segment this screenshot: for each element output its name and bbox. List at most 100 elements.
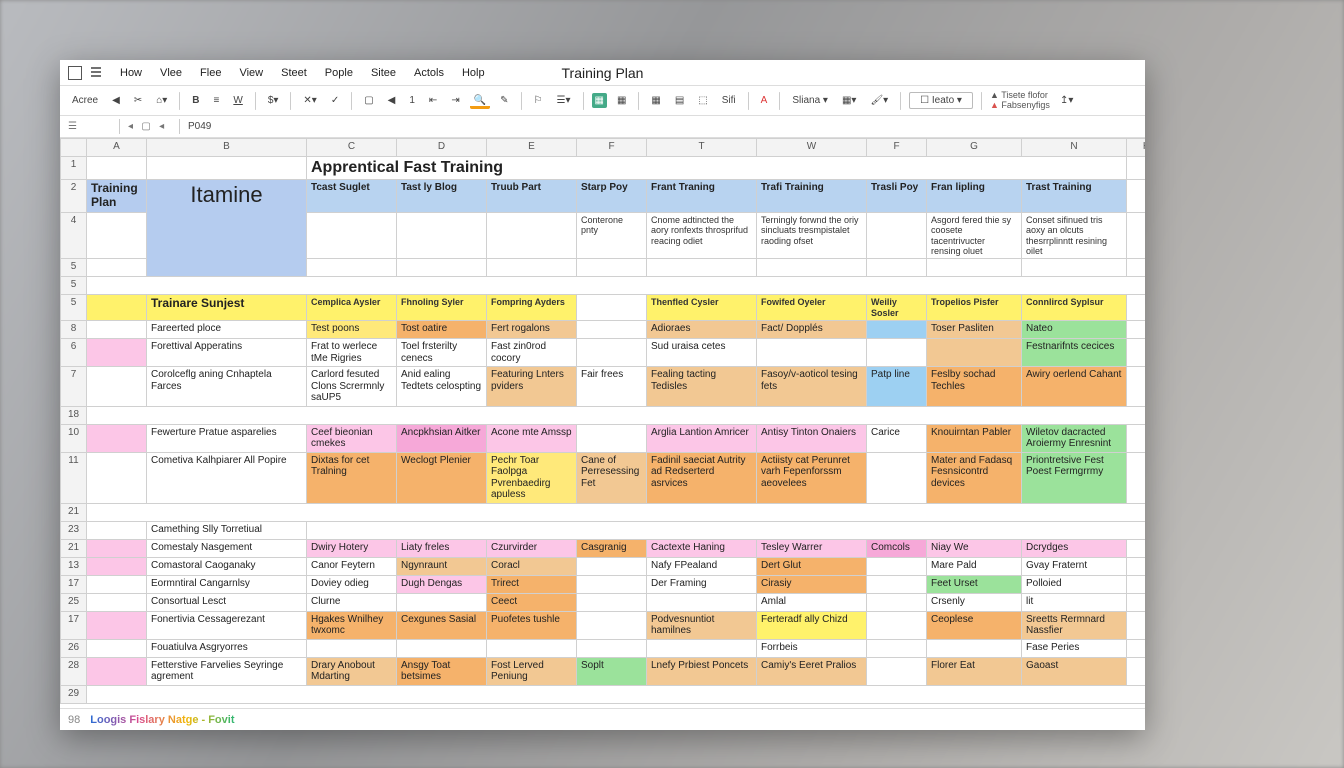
col-W[interactable]: W [757, 139, 867, 157]
outdent-icon[interactable]: ⇥ [447, 93, 463, 108]
cell[interactable]: Clurne [307, 593, 397, 611]
toolbar-sifi[interactable]: Sifi [718, 93, 740, 108]
cell[interactable]: Toser Pasliten [927, 321, 1022, 339]
cell[interactable]: Fair frees [577, 367, 647, 407]
cell[interactable]: Corolceflg aning Cnhaptela Farces [147, 367, 307, 407]
cell[interactable]: Carice [867, 424, 927, 452]
cell[interactable]: Fadinil saeciat Autrity ad Redserterd as… [647, 452, 757, 503]
cell[interactable]: Feslby sochad Techles [927, 367, 1022, 407]
fill-icon[interactable]: ▤ [671, 93, 688, 108]
cell[interactable]: Crsenly [927, 593, 1022, 611]
cell[interactable]: Dugh Dengas [397, 575, 487, 593]
cell[interactable]: Dert Glut [757, 557, 867, 575]
column-header-row[interactable]: A B C D E F T W F G N H [61, 139, 1146, 157]
cell[interactable]: Antisy Tinton Onaiers [757, 424, 867, 452]
strike-icon[interactable]: ✕▾ [299, 93, 320, 108]
cell[interactable]: Eormntiral Cangarnlsy [147, 575, 307, 593]
cell[interactable]: Fasoy/v-aoticol tesing fets [757, 367, 867, 407]
cell[interactable]: Forrbeis [757, 639, 867, 657]
cell[interactable]: Comestaly Nasgement [147, 539, 307, 557]
row-18[interactable]: 18 [61, 406, 1146, 424]
cell[interactable]: Pechr Toar Faolpga Pvrenbaedirg apuless [487, 452, 577, 503]
cell[interactable]: Cirasiy [757, 575, 867, 593]
col-F2[interactable]: F [867, 139, 927, 157]
sheet-grid[interactable]: A B C D E F T W F G N H 1 Apprentical Fa… [60, 138, 1145, 708]
cell[interactable]: Gaoast [1022, 657, 1127, 685]
cell[interactable]: Fost Lerved Peniung [487, 657, 577, 685]
cell[interactable]: Fhnoling Syler [397, 295, 487, 321]
toolbar-select[interactable]: ☐ Ieato ▾ [909, 92, 973, 109]
cell[interactable]: Awiry oerlend Cahant [1022, 367, 1127, 407]
row-11[interactable]: 11 Cometiva Kalhpiarer All Popire Dixtas… [61, 452, 1146, 503]
cell[interactable]: Camething Slly Torretiual [147, 521, 307, 539]
row-6[interactable]: 6 Forettival Apperatins Frat to werlece … [61, 339, 1146, 367]
cell[interactable]: Casgranig [577, 539, 647, 557]
paint-icon[interactable]: 🖌▾ [866, 93, 892, 108]
cell[interactable]: Fareerted ploce [147, 321, 307, 339]
cell[interactable]: Fowifed Oyeler [757, 295, 867, 321]
flag-icon[interactable]: ⚐ [530, 93, 547, 108]
cell[interactable]: Connlircd Syplsur [1022, 295, 1127, 321]
cell[interactable]: Weiliy Sosler [867, 295, 927, 321]
green-box-icon[interactable]: ▦ [592, 93, 607, 108]
cell[interactable]: Forettival Apperatins [147, 339, 307, 367]
cell[interactable]: lit [1022, 593, 1127, 611]
search-icon[interactable]: 🔍 [470, 93, 490, 109]
cell[interactable]: Test poons [307, 321, 397, 339]
cell[interactable]: Drary Anobout Mdarting [307, 657, 397, 685]
nav-buttons[interactable]: ◂ ▢ ◂ [120, 119, 180, 134]
menu-holp[interactable]: Holp [454, 65, 493, 81]
cell[interactable]: Fert rogalons [487, 321, 577, 339]
cell[interactable]: Fase Peries [1022, 639, 1127, 657]
cell[interactable]: Arglia Lantion Amricer [647, 424, 757, 452]
col-C[interactable]: C [307, 139, 397, 157]
col-D[interactable]: D [397, 139, 487, 157]
cell-reference[interactable]: P049 [180, 119, 219, 134]
cell[interactable]: Asgord fered thie sy coosete tacentrivuc… [927, 212, 1022, 258]
cell[interactable]: Ceect [487, 593, 577, 611]
cell[interactable]: Nafy FPealand [647, 557, 757, 575]
pencil-icon[interactable]: ✎ [496, 93, 512, 108]
home-icon[interactable]: ⌂▾ [152, 93, 171, 108]
currency-icon[interactable]: $▾ [264, 93, 283, 108]
bold-icon[interactable]: B [188, 93, 203, 108]
col-N[interactable]: N [1022, 139, 1127, 157]
up-icon[interactable]: ↥▾ [1056, 93, 1077, 108]
cell[interactable]: Tropelios Pisfer [927, 295, 1022, 321]
cell[interactable]: Actiisty cat Perunret varh Fepenforssm a… [757, 452, 867, 503]
cell[interactable]: Frat to werlece tMe Rigries [307, 339, 397, 367]
cell[interactable]: Dcrydges [1022, 539, 1127, 557]
row-21[interactable]: 21 Comestaly Nasgement Dwiry Hotery Liat… [61, 539, 1146, 557]
cell[interactable]: Comastoral Caoganaky [147, 557, 307, 575]
row-7[interactable]: 7 Corolceflg aning Cnhaptela Farces Carl… [61, 367, 1146, 407]
menu-steet[interactable]: Steet [273, 65, 315, 81]
cell[interactable]: Ansgy Toat betsimes [397, 657, 487, 685]
cell[interactable]: Consortual Lesct [147, 593, 307, 611]
col-B[interactable]: B [147, 139, 307, 157]
cell[interactable]: Camiy's Eeret Pralios [757, 657, 867, 685]
cell[interactable]: Comcols [867, 539, 927, 557]
cell[interactable]: Cexgunes Sasial [397, 611, 487, 639]
merge-icon[interactable]: ⬚ [694, 93, 711, 108]
cell[interactable]: Acone mte Amssp [487, 424, 577, 452]
cell[interactable]: Feet Urset [927, 575, 1022, 593]
row-23[interactable]: 23 Camething Slly Torretiual [61, 521, 1146, 539]
cell[interactable]: Gvay Fraternt [1022, 557, 1127, 575]
cell[interactable]: Priontretsive Fest Poest Fermgrrmy [1022, 452, 1127, 503]
cell[interactable]: Fact/ Dopplés [757, 321, 867, 339]
col-T[interactable]: T [647, 139, 757, 157]
chevron-left-icon[interactable]: ◀ [108, 93, 124, 108]
cell[interactable]: Canor Feytern [307, 557, 397, 575]
cell[interactable]: Fast zin0rod cocory [487, 339, 577, 367]
menu-view[interactable]: View [231, 65, 271, 81]
row-17b[interactable]: 17 Fonertivia Cessagerezant Hgakes Wnilh… [61, 611, 1146, 639]
cell[interactable]: Fewerture Pratue asparelies [147, 424, 307, 452]
cell[interactable]: Doviey odieg [307, 575, 397, 593]
cell[interactable]: Hgakes Wnilhey twxomc [307, 611, 397, 639]
cell[interactable]: Dixtas for cet Tralning [307, 452, 397, 503]
cell[interactable]: Ceoplese [927, 611, 1022, 639]
cell[interactable]: Cemplica Aysler [307, 295, 397, 321]
cell[interactable]: Fonertivia Cessagerezant [147, 611, 307, 639]
grid-icon[interactable]: ▦ [613, 93, 630, 108]
cell[interactable]: Fetterstive Farvelies Seyringe agrement [147, 657, 307, 685]
